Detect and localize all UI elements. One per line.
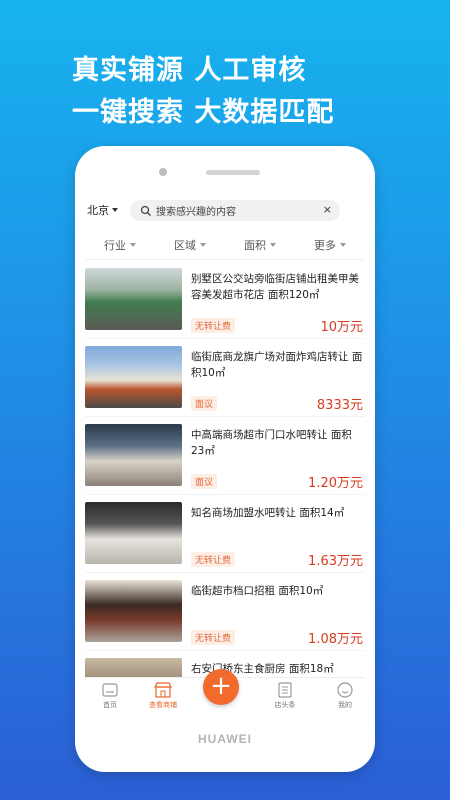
filter-area-region[interactable]: 区域 — [155, 231, 225, 259]
filter-size[interactable]: 面积 — [225, 231, 295, 259]
tab-label: 店头条 — [274, 701, 296, 709]
listing-price: 1.08万元 — [308, 632, 363, 647]
chevron-down-icon — [130, 243, 136, 247]
tab-shops[interactable]: 查看商铺 — [138, 682, 188, 710]
front-camera — [159, 168, 167, 176]
listing-title: 临街超市档口招租 面积10㎡ — [191, 585, 324, 597]
list-item[interactable]: 中高端商场超市门口水吧转让 面积23㎡ 面议 1.20万元 — [85, 417, 365, 495]
filter-label: 面积 — [244, 239, 266, 252]
status-badge: 无转让费 — [191, 552, 236, 567]
listing-title: 中高端商场超市门口水吧转让 面积23㎡ — [191, 429, 352, 457]
search-placeholder: 搜索感兴趣的内容 — [156, 207, 236, 218]
tab-label: 查看商铺 — [149, 701, 177, 709]
search-icon — [140, 205, 151, 216]
tab-headlines[interactable]: 店头条 — [260, 682, 310, 710]
status-badge: 面议 — [191, 396, 218, 411]
city-label: 北京 — [87, 204, 109, 217]
listing-photo — [85, 424, 182, 486]
list-item[interactable]: 临街底商龙旗广场对面炸鸡店转让 面积10㎡ 面议 8333元 — [85, 339, 365, 417]
app-screen: 北京 搜索感兴趣的内容 × 行业 区域 面积 更多 别墅区公交站旁临街店铺出租美… — [85, 193, 365, 715]
filter-more[interactable]: 更多 — [295, 231, 365, 259]
news-icon — [278, 682, 292, 698]
storefront-icon — [154, 682, 172, 698]
listing-title: 临街底商龙旗广场对面炸鸡店转让 面积10㎡ — [191, 351, 363, 379]
status-badge: 面议 — [191, 474, 218, 489]
chevron-down-icon — [200, 243, 206, 247]
tab-label: 我的 — [338, 701, 352, 709]
listing-photo — [85, 502, 182, 564]
filter-label: 行业 — [104, 239, 126, 252]
listing-list: 别墅区公交站旁临街店铺出租美甲美容美发超市花店 面积120㎡ 无转让费 10万元… — [85, 261, 365, 715]
filter-industry[interactable]: 行业 — [85, 231, 155, 259]
listing-price: 10万元 — [320, 320, 363, 335]
chevron-down-icon — [270, 243, 276, 247]
chevron-down-icon — [340, 243, 346, 247]
chevron-down-icon — [112, 208, 118, 212]
listing-price: 1.20万元 — [308, 476, 363, 491]
listing-photo — [85, 346, 182, 408]
listing-price: 1.63万元 — [308, 554, 363, 569]
speaker-grille — [206, 170, 260, 175]
promo-headline-2: 一键搜索 大数据匹配 — [72, 97, 335, 128]
smiley-icon — [337, 682, 353, 698]
search-input[interactable]: 搜索感兴趣的内容 × — [130, 200, 340, 221]
clear-icon[interactable]: × — [323, 203, 332, 216]
listing-title: 知名商场加盟水吧转让 面积14㎡ — [191, 507, 345, 519]
listing-photo — [85, 580, 182, 642]
top-bar: 北京 搜索感兴趣的内容 × — [85, 193, 365, 227]
tab-label: 首页 — [103, 701, 117, 709]
promo-headline-1: 真实铺源 人工审核 — [72, 55, 307, 86]
listing-photo — [85, 268, 182, 330]
home-icon — [102, 683, 118, 697]
tab-home[interactable]: 首页 — [85, 682, 135, 710]
device-brand: HUAWEI — [198, 732, 252, 746]
filter-label: 更多 — [314, 239, 336, 252]
tab-profile[interactable]: 我的 — [320, 682, 365, 710]
list-item[interactable]: 临街超市档口招租 面积10㎡ 无转让费 1.08万元 — [85, 573, 365, 651]
filter-label: 区域 — [174, 239, 196, 252]
status-badge: 无转让费 — [191, 318, 236, 333]
list-item[interactable]: 知名商场加盟水吧转让 面积14㎡ 无转让费 1.63万元 — [85, 495, 365, 573]
city-selector[interactable]: 北京 — [87, 202, 118, 218]
listing-title: 别墅区公交站旁临街店铺出租美甲美容美发超市花店 面积120㎡ — [191, 273, 359, 301]
status-badge: 无转让费 — [191, 630, 236, 645]
list-item[interactable]: 别墅区公交站旁临街店铺出租美甲美容美发超市花店 面积120㎡ 无转让费 10万元 — [85, 261, 365, 339]
add-listing-button[interactable]: + — [203, 669, 239, 705]
listing-price: 8333元 — [316, 398, 363, 413]
filter-bar: 行业 区域 面积 更多 — [85, 231, 365, 260]
